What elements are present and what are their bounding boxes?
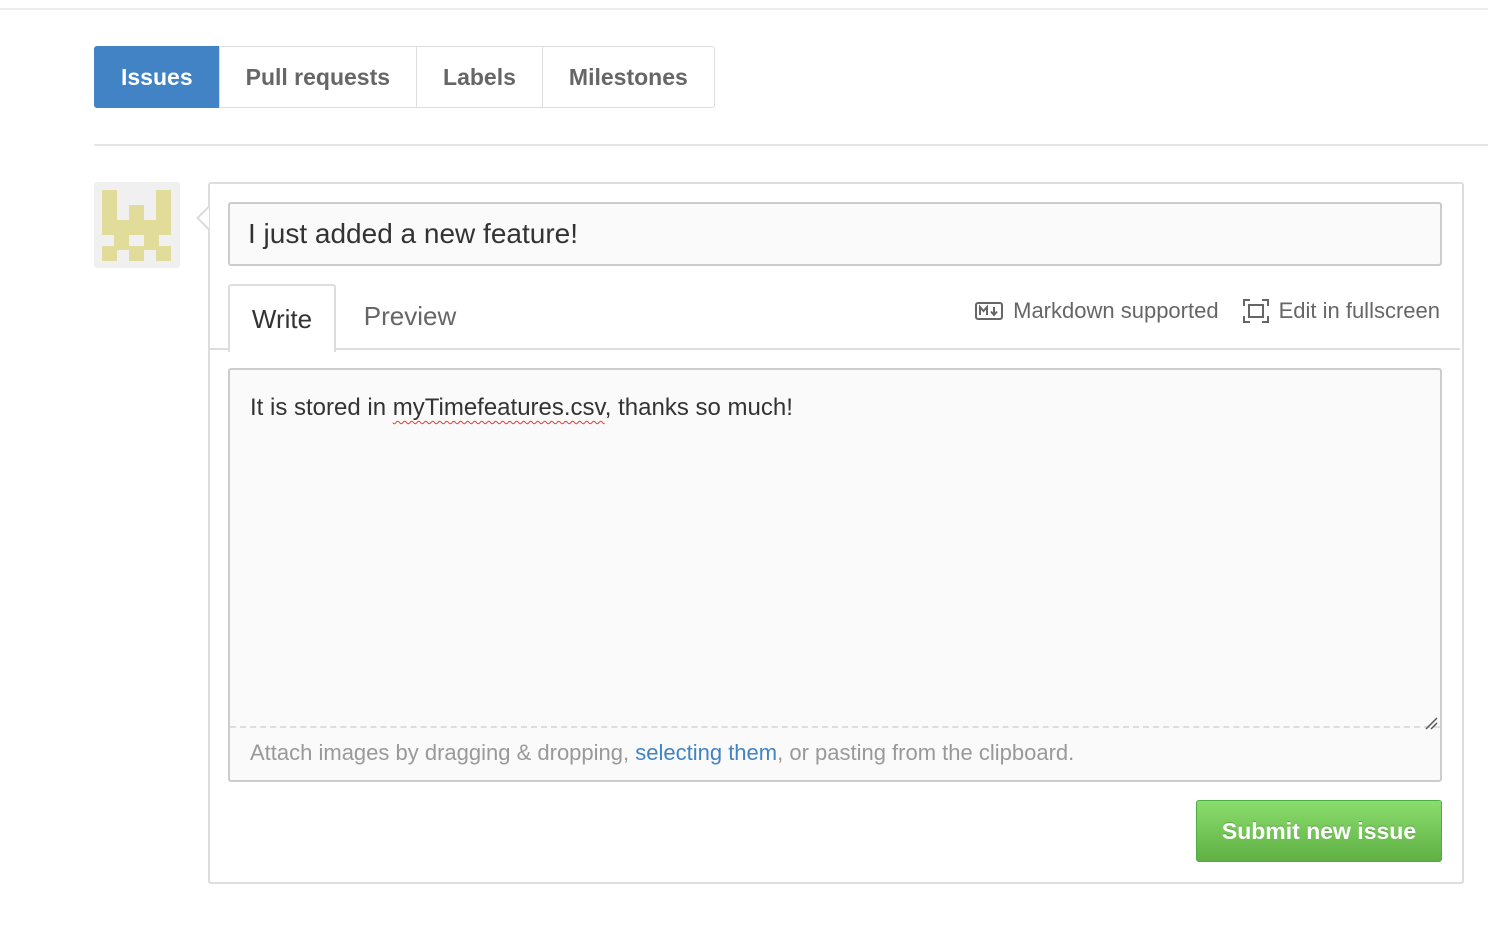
tab-write[interactable]: Write — [228, 284, 336, 352]
attach-hint-start: Attach images by dragging & dropping, — [250, 740, 636, 765]
avatar-pixel — [102, 220, 171, 235]
avatar-pixel — [156, 205, 171, 220]
attach-images-hint: Attach images by dragging & dropping, se… — [250, 740, 1074, 766]
issue-title-input[interactable] — [230, 204, 1440, 264]
resize-handle-icon[interactable] — [1424, 716, 1438, 730]
markdown-icon — [975, 302, 1004, 320]
top-divider — [0, 8, 1488, 10]
avatar-pixel — [102, 190, 117, 205]
drag-drop-divider — [230, 726, 1440, 728]
submit-new-issue-button[interactable]: Submit new issue — [1196, 800, 1442, 862]
issues-subnav: Issues Pull requests Labels Milestones — [94, 46, 715, 108]
tab-labels[interactable]: Labels — [416, 46, 543, 108]
edit-fullscreen-link[interactable]: Edit in fullscreen — [1242, 298, 1440, 324]
attach-hint-end: , or pasting from the clipboard. — [777, 740, 1075, 765]
select-images-link[interactable]: selecting them — [635, 740, 777, 765]
body-text-start: It is stored in — [250, 394, 393, 421]
issue-title-field[interactable] — [228, 202, 1442, 266]
edit-fullscreen-label: Edit in fullscreen — [1278, 298, 1440, 323]
avatar-pixel — [102, 205, 117, 220]
avatar-pixel — [102, 246, 117, 261]
body-text-end: , thanks so much! — [604, 394, 793, 421]
avatar-pixel — [156, 246, 171, 261]
tab-preview[interactable]: Preview — [340, 284, 480, 348]
misspelled-filename: myTimefeatures.csv — [392, 394, 605, 421]
fullscreen-icon — [1242, 299, 1269, 323]
tab-issues[interactable]: Issues — [94, 46, 220, 108]
issue-body-textarea[interactable]: It is stored in myTimefeatures.csv, than… — [228, 368, 1442, 782]
tabs-underline — [210, 348, 1460, 350]
form-pointer-inner — [199, 208, 209, 228]
markdown-supported-label: Markdown supported — [1013, 298, 1219, 323]
editor-toolbar: Markdown supported Edit in fullscreen — [951, 298, 1440, 324]
avatar-pixel — [129, 205, 144, 220]
tab-pull-requests[interactable]: Pull requests — [218, 46, 418, 108]
section-divider — [94, 144, 1488, 146]
avatar-pixel — [156, 190, 171, 205]
avatar[interactable] — [94, 182, 180, 268]
tab-milestones[interactable]: Milestones — [541, 46, 715, 108]
markdown-supported-link[interactable]: Markdown supported — [975, 298, 1219, 324]
avatar-pixel — [129, 246, 144, 261]
issue-body-text[interactable]: It is stored in myTimefeatures.csv, than… — [250, 394, 793, 422]
